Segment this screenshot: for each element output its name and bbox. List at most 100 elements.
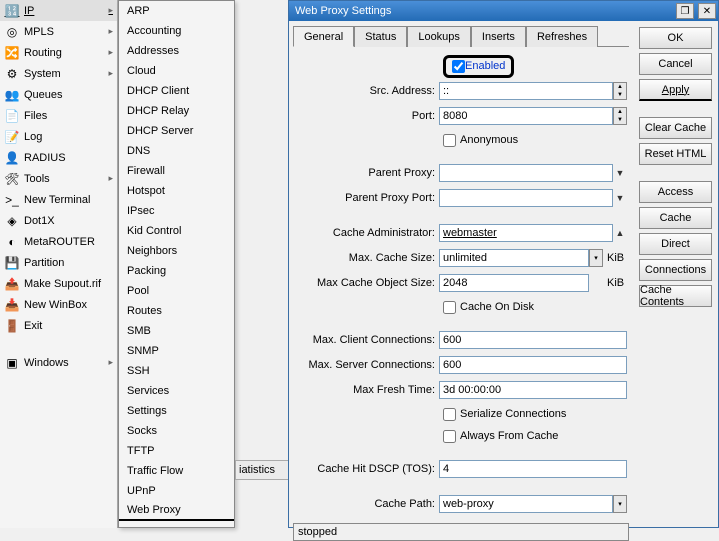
max-client-conn-input[interactable] <box>439 331 627 349</box>
log-icon: 📝 <box>4 129 20 145</box>
submenu-socks[interactable]: Socks <box>119 421 234 441</box>
max-cache-size-unit: KiB <box>607 252 627 264</box>
cache-on-disk-checkbox[interactable] <box>443 301 456 314</box>
max-cache-obj-label: Max Cache Object Size: <box>295 277 439 289</box>
submenu-arp[interactable]: ARP <box>119 1 234 21</box>
sidebar-item-supout[interactable]: 📤Make Supout.rif <box>0 273 117 294</box>
submenu-upnp[interactable]: UPnP <box>119 481 234 501</box>
submenu-kid-control[interactable]: Kid Control <box>119 221 234 241</box>
submenu-arrow-icon: ▸ <box>108 26 113 37</box>
src-address-spinner[interactable]: ▲▼ <box>613 82 627 100</box>
sidebar-item-exit[interactable]: 🚪Exit <box>0 315 117 336</box>
submenu-addresses[interactable]: Addresses <box>119 41 234 61</box>
apply-button[interactable]: Apply <box>639 79 712 101</box>
always-cache-checkbox[interactable] <box>443 430 456 443</box>
system-icon: ⚙ <box>4 66 20 82</box>
submenu-dhcp-client[interactable]: DHCP Client <box>119 81 234 101</box>
submenu-snmp[interactable]: SNMP <box>119 341 234 361</box>
submenu-accounting[interactable]: Accounting <box>119 21 234 41</box>
cache-path-dropdown[interactable]: ▾ <box>613 495 627 513</box>
sidebar-item-windows[interactable]: ▣Windows▸ <box>0 352 117 373</box>
submenu-dhcp-relay[interactable]: DHCP Relay <box>119 101 234 121</box>
winbox-icon: 📥 <box>4 297 20 313</box>
max-cache-size-dropdown[interactable]: ▾ <box>589 249 603 267</box>
serialize-checkbox[interactable] <box>443 408 456 421</box>
parent-proxy-port-expand[interactable]: ▼ <box>613 189 627 207</box>
sidebar-item-queues[interactable]: 👥Queues <box>0 84 117 105</box>
dialog-titlebar[interactable]: Web Proxy Settings ❐ ✕ <box>289 1 718 21</box>
reset-html-button[interactable]: Reset HTML <box>639 143 712 165</box>
cache-button[interactable]: Cache <box>639 207 712 229</box>
dscp-input[interactable] <box>439 460 627 478</box>
sidebar-item-log[interactable]: 📝Log <box>0 126 117 147</box>
cache-admin-collapse[interactable]: ▲ <box>613 224 627 242</box>
tab-refreshes[interactable]: Refreshes <box>526 26 598 47</box>
submenu-smb[interactable]: SMB <box>119 321 234 341</box>
submenu-services[interactable]: Services <box>119 381 234 401</box>
submenu-settings[interactable]: Settings <box>119 401 234 421</box>
parent-proxy-expand[interactable]: ▼ <box>613 164 627 182</box>
cache-path-input[interactable] <box>439 495 613 513</box>
submenu-dns[interactable]: DNS <box>119 141 234 161</box>
submenu-hotspot[interactable]: Hotspot <box>119 181 234 201</box>
clear-cache-button[interactable]: Clear Cache <box>639 117 712 139</box>
radius-icon: 👤 <box>4 150 20 166</box>
parent-proxy-port-input[interactable] <box>439 189 613 207</box>
port-spinner[interactable]: ▲▼ <box>613 107 627 125</box>
enabled-checkbox[interactable] <box>452 60 465 73</box>
cache-contents-button[interactable]: Cache Contents <box>639 285 712 307</box>
max-cache-obj-input[interactable] <box>439 274 589 292</box>
window-close-button[interactable]: ✕ <box>698 3 716 19</box>
submenu-firewall[interactable]: Firewall <box>119 161 234 181</box>
submenu-arrow-icon: ▸ <box>108 357 113 368</box>
submenu-pool[interactable]: Pool <box>119 281 234 301</box>
sidebar-item-system[interactable]: ⚙System▸ <box>0 63 117 84</box>
sidebar-item-dot1x[interactable]: ◈Dot1X <box>0 210 117 231</box>
submenu-routes[interactable]: Routes <box>119 301 234 321</box>
window-restore-button[interactable]: ❐ <box>676 3 694 19</box>
max-client-conn-label: Max. Client Connections: <box>295 334 439 346</box>
submenu-ssh[interactable]: SSH <box>119 361 234 381</box>
dscp-label: Cache Hit DSCP (TOS): <box>295 463 439 475</box>
tab-status[interactable]: Status <box>354 26 407 47</box>
sidebar-item-partition[interactable]: 💾Partition <box>0 252 117 273</box>
submenu-tftp[interactable]: TFTP <box>119 441 234 461</box>
parent-proxy-input[interactable] <box>439 164 613 182</box>
max-cache-size-input[interactable] <box>439 249 589 267</box>
submenu-neighbors[interactable]: Neighbors <box>119 241 234 261</box>
submenu-dhcp-server[interactable]: DHCP Server <box>119 121 234 141</box>
direct-button[interactable]: Direct <box>639 233 712 255</box>
sidebar-item-mpls[interactable]: ◎MPLS▸ <box>0 21 117 42</box>
submenu-ipsec[interactable]: IPsec <box>119 201 234 221</box>
sidebar-item-routing[interactable]: 🔀Routing▸ <box>0 42 117 63</box>
sidebar-item-ip[interactable]: 🔢IP▸ <box>0 0 117 21</box>
submenu-web-proxy[interactable]: Web Proxy <box>119 501 234 521</box>
anonymous-checkbox[interactable] <box>443 134 456 147</box>
sidebar-item-radius[interactable]: 👤RADIUS <box>0 147 117 168</box>
sidebar-item-terminal[interactable]: >_New Terminal <box>0 189 117 210</box>
sidebar-item-winbox[interactable]: 📥 New WinBox <box>0 294 117 315</box>
max-fresh-input[interactable] <box>439 381 627 399</box>
terminal-icon: >_ <box>4 192 20 208</box>
sidebar-item-label: New WinBox <box>24 299 87 311</box>
port-input[interactable] <box>439 107 613 125</box>
cancel-button[interactable]: Cancel <box>639 53 712 75</box>
access-button[interactable]: Access <box>639 181 712 203</box>
tab-inserts[interactable]: Inserts <box>471 26 526 47</box>
ok-button[interactable]: OK <box>639 27 712 49</box>
tab-general[interactable]: General <box>293 26 354 47</box>
submenu-arrow-icon: ▸ <box>108 173 113 184</box>
src-address-input[interactable] <box>439 82 613 100</box>
submenu-cloud[interactable]: Cloud <box>119 61 234 81</box>
sidebar-item-metarouter[interactable]: ◐MetaROUTER <box>0 231 117 252</box>
submenu-traffic-flow[interactable]: Traffic Flow <box>119 461 234 481</box>
sidebar-item-files[interactable]: 📄Files <box>0 105 117 126</box>
submenu-packing[interactable]: Packing <box>119 261 234 281</box>
tab-lookups[interactable]: Lookups <box>407 26 471 47</box>
connections-button[interactable]: Connections <box>639 259 712 281</box>
sidebar-item-tools[interactable]: 🛠Tools▸ <box>0 168 117 189</box>
submenu-arrow-icon: ▸ <box>108 47 113 58</box>
parent-proxy-label: Parent Proxy: <box>295 167 439 179</box>
cache-admin-input[interactable] <box>439 224 613 242</box>
max-server-conn-input[interactable] <box>439 356 627 374</box>
